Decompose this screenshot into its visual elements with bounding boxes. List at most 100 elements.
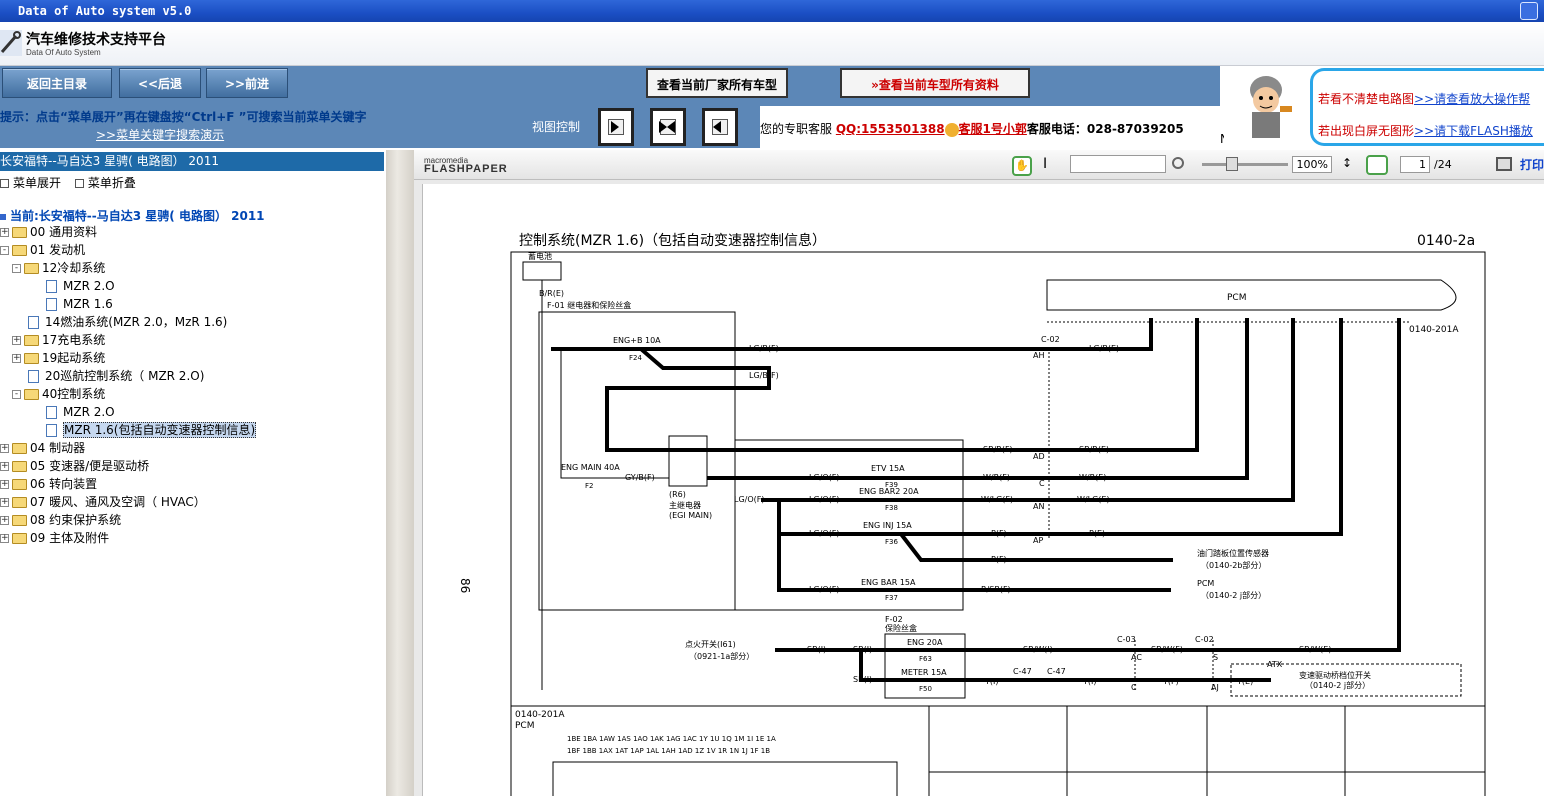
- pins-row1-label: 1BE 1BA 1AW 1AS 1AO 1AK 1AG 1AC 1Y 1U 1Q…: [567, 735, 776, 743]
- expand-icon[interactable]: [0, 179, 9, 188]
- folder-icon: [12, 497, 27, 508]
- expand-toggle-icon[interactable]: +: [0, 462, 9, 471]
- arrow-left-icon: [713, 121, 721, 133]
- f2-label: F2: [585, 482, 593, 490]
- home-button[interactable]: 返回主目录: [2, 68, 112, 98]
- mechanic-mascot-icon: [1224, 66, 1310, 148]
- expand-toggle-icon[interactable]: +: [12, 354, 21, 363]
- tree-node-label: MZR 2.O: [63, 279, 115, 293]
- tree-leaf-mzr16-control[interactable]: MZR 1.6(包括自动变速器控制信息): [46, 421, 257, 439]
- tree-leaf-mzr20-control[interactable]: MZR 2.O: [46, 403, 115, 421]
- engb-label: ENG+B 10A: [613, 336, 661, 345]
- sbi3-label: SB(I): [853, 675, 872, 684]
- expand-toggle-icon[interactable]: +: [0, 480, 9, 489]
- tree-node-00[interactable]: +00 通用资料: [0, 223, 97, 241]
- tree-leaf-mzr16-cooling[interactable]: MZR 1.6: [46, 295, 113, 313]
- expand-menu-button[interactable]: 菜单展开: [13, 176, 61, 190]
- model-data-button[interactable]: »查看当前车型所有资料: [840, 68, 1030, 98]
- tree-node-01[interactable]: - 01 发动机: [0, 241, 85, 259]
- atx-label: ATX: [1267, 660, 1283, 669]
- sbi2-label: SB(I): [853, 645, 872, 654]
- br-e-label: B/R(E): [539, 289, 564, 298]
- kefu-link[interactable]: 客服1号小郭: [959, 122, 1027, 136]
- back-button[interactable]: <<后退: [119, 68, 201, 98]
- zoom-level[interactable]: 100%: [1292, 156, 1332, 173]
- tree-node-19[interactable]: +19起动系统: [12, 349, 105, 367]
- tree-node-05[interactable]: +05 变速器/便是驱动桥: [0, 457, 149, 475]
- fuse-box-label: F-01 继电器和保险丝盒: [547, 300, 631, 310]
- maker-models-button[interactable]: 查看当前厂家所有车型: [646, 68, 788, 98]
- fit-width-icon[interactable]: [1366, 155, 1388, 175]
- arrow-right-icon: [611, 121, 619, 133]
- tree-leaf-fuel[interactable]: 14燃油系统(MZR 2.0，MzR 1.6): [28, 313, 227, 331]
- tree-node-label: 06 转向装置: [30, 477, 98, 491]
- window-close-icon[interactable]: [1520, 2, 1538, 20]
- main-relay-label: 主继电器: [669, 500, 701, 510]
- tree-node-04[interactable]: +04 制动器: [0, 439, 85, 457]
- panel-splitter[interactable]: [386, 150, 414, 796]
- an-junction-label: AN: [1033, 502, 1044, 511]
- arrow-left-icon: [667, 121, 675, 133]
- document-icon: [28, 316, 39, 329]
- ad-line-flash-text: 若出现白屏无图形: [1318, 124, 1415, 138]
- zoom-slider[interactable]: [1202, 163, 1288, 166]
- pcm2-ref-label: （0140-2 j部分）: [1201, 590, 1266, 600]
- expand-toggle-icon[interactable]: +: [0, 228, 9, 237]
- folder-open-icon: [12, 245, 27, 256]
- collapse-toggle-icon[interactable]: -: [12, 390, 21, 399]
- tree-node-label: 14燃油系统(MZR 2.0，MzR 1.6): [45, 315, 228, 329]
- zoom-slider-thumb[interactable]: [1226, 157, 1238, 171]
- tree-node-40[interactable]: - 40控制系统: [12, 385, 105, 403]
- contact-prefix: 您的专职客服: [760, 122, 833, 136]
- collapse-menu-button[interactable]: 菜单折叠: [88, 176, 136, 190]
- view-show-tree-button[interactable]: [598, 108, 634, 146]
- expand-toggle-icon[interactable]: +: [12, 336, 21, 345]
- search-demo-link[interactable]: >>菜单关键字搜索演示: [96, 126, 224, 143]
- eng20-label: ENG 20A: [907, 638, 943, 647]
- tree-leaf-mzr20-cooling[interactable]: MZR 2.O: [46, 277, 115, 295]
- tree-node-12[interactable]: - 12冷却系统: [12, 259, 105, 277]
- document-page: 控制系统(MZR 1.6)（包括自动变速器控制信息） 0140-2a 蓄电池 P…: [422, 184, 1544, 796]
- tree-node-07[interactable]: +07 暖风、通风及空调（ HVAC）: [0, 493, 206, 511]
- flash-download-link[interactable]: >>请下载FLASH播放: [1414, 124, 1533, 138]
- diagram-title: 控制系统(MZR 1.6)（包括自动变速器控制信息）: [519, 232, 826, 249]
- forward-button[interactable]: >>前进: [206, 68, 288, 98]
- tree-node-08[interactable]: +08 约束保护系统: [0, 511, 121, 529]
- viewer-search-input[interactable]: [1070, 155, 1166, 173]
- f24-label: F24: [629, 354, 642, 362]
- hand-tool-icon[interactable]: ✋: [1012, 156, 1032, 176]
- text-select-icon[interactable]: I: [1043, 156, 1047, 172]
- pcm-ref-label: 0140-201A: [1409, 325, 1459, 335]
- srf-label: SB/R(F): [983, 445, 1013, 454]
- tree-node-09[interactable]: +09 主体及附件: [0, 529, 109, 547]
- sbwi-label: SB/W(I): [1023, 645, 1053, 654]
- search-icon[interactable]: [1172, 157, 1184, 169]
- expand-toggle-icon[interactable]: +: [0, 534, 9, 543]
- print-button[interactable]: 打印: [1520, 156, 1544, 173]
- expand-toggle-icon[interactable]: +: [0, 516, 9, 525]
- collapse-icon[interactable]: [74, 179, 84, 188]
- tree-node-06[interactable]: +06 转向装置: [0, 475, 97, 493]
- tree-node-17[interactable]: +17充电系统: [12, 331, 105, 349]
- aj-junction-label: AJ: [1211, 683, 1219, 692]
- folder-icon: [0, 213, 6, 220]
- printer-icon[interactable]: [1496, 157, 1512, 171]
- page-number-input[interactable]: 1: [1400, 156, 1430, 173]
- c03-label: C-03: [1117, 635, 1136, 644]
- collapse-toggle-icon[interactable]: -: [0, 246, 9, 255]
- fit-height-icon[interactable]: ↕: [1342, 156, 1358, 174]
- expand-toggle-icon[interactable]: +: [0, 498, 9, 507]
- view-hide-tree-button[interactable]: [702, 108, 738, 146]
- collapse-toggle-icon[interactable]: -: [12, 264, 21, 273]
- ign-switch-label: 点火开关(I61): [685, 639, 736, 649]
- window-titlebar: Data of Auto system v5.0: [0, 0, 1544, 22]
- expand-toggle-icon[interactable]: +: [0, 444, 9, 453]
- s-junction-label: S: [1213, 653, 1218, 662]
- tree-leaf-cruise[interactable]: 20巡航控制系统（ MZR 2.O): [28, 367, 204, 385]
- qq-link[interactable]: QQ:1553501388: [836, 122, 945, 136]
- window-title: Data of Auto system v5.0: [18, 4, 192, 18]
- view-split-button[interactable]: [650, 108, 686, 146]
- zoom-help-link[interactable]: >>请查看放大操作帮: [1414, 92, 1530, 106]
- c-junction-label: C: [1039, 479, 1045, 488]
- eng-bar2-label: ENG BAR2 20A: [859, 487, 919, 496]
